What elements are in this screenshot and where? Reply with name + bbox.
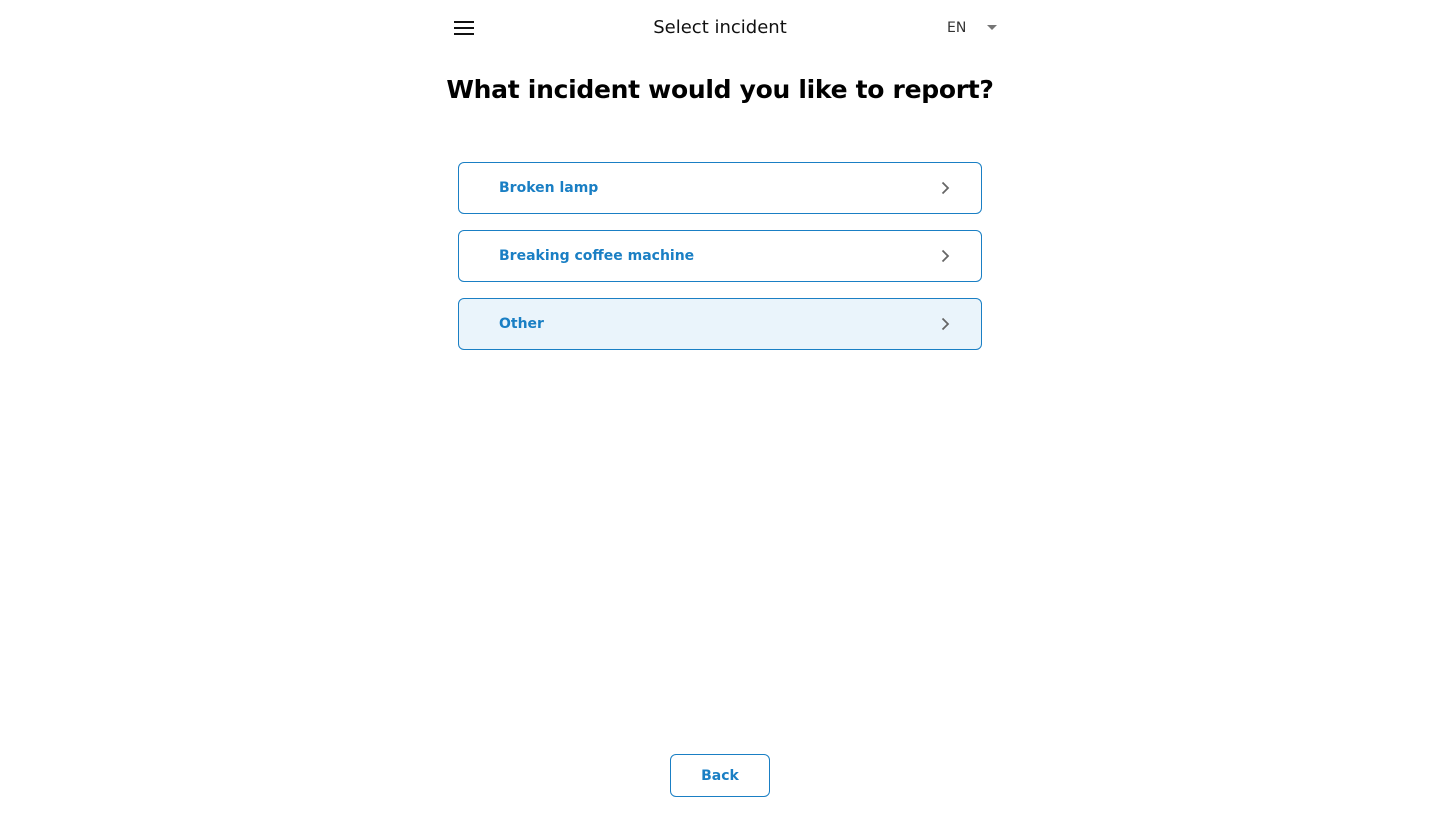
chevron-right-icon bbox=[939, 181, 951, 195]
caret-down-icon bbox=[987, 25, 997, 30]
select-incident-page: Select incident EN What incident would y… bbox=[0, 0, 1440, 813]
option-broken-lamp[interactable]: Broken lamp bbox=[458, 162, 982, 214]
option-other[interactable]: Other bbox=[458, 298, 982, 350]
option-breaking-coffee-machine[interactable]: Breaking coffee machine bbox=[458, 230, 982, 282]
hamburger-menu-button[interactable] bbox=[452, 16, 476, 40]
option-label: Breaking coffee machine bbox=[499, 248, 695, 264]
option-label: Other bbox=[499, 316, 544, 332]
language-value: EN bbox=[947, 20, 967, 36]
back-button[interactable]: Back bbox=[670, 754, 770, 797]
option-label: Broken lamp bbox=[499, 180, 599, 196]
chevron-right-icon bbox=[939, 249, 951, 263]
question-heading: What incident would you like to report? bbox=[446, 75, 994, 104]
language-select[interactable]: EN bbox=[936, 14, 1004, 42]
chevron-right-icon bbox=[939, 317, 951, 331]
incident-options-list: Broken lamp Breaking coffee machine Othe… bbox=[458, 162, 982, 366]
hamburger-menu-icon bbox=[454, 21, 474, 35]
page-title: Select incident bbox=[653, 17, 787, 38]
